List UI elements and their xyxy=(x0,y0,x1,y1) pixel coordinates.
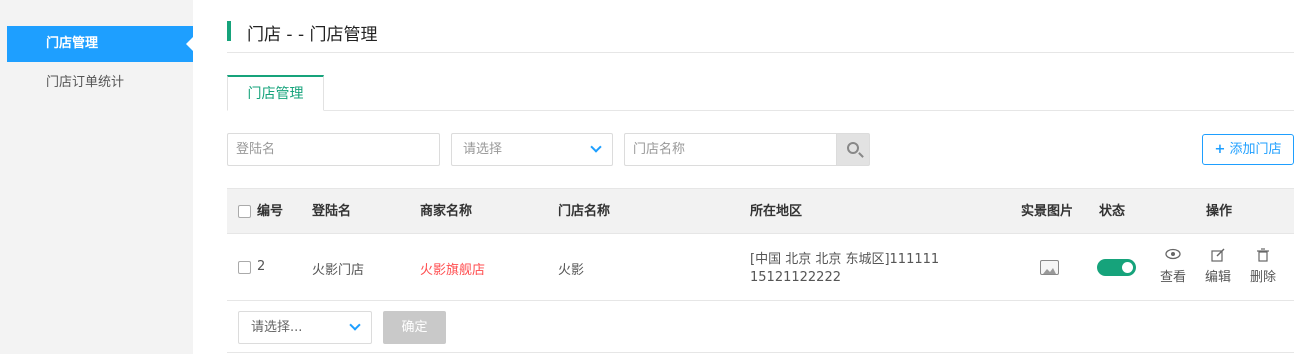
search-icon xyxy=(847,142,859,154)
image-icon[interactable] xyxy=(1040,260,1059,275)
bulk-action-placeholder: 请选择... xyxy=(251,320,303,335)
edit-button[interactable]: 编辑 xyxy=(1201,248,1235,285)
title-accent-bar xyxy=(227,21,231,41)
page-title: 门店 - - 门店管理 xyxy=(247,25,378,45)
edit-label: 编辑 xyxy=(1204,270,1231,285)
row-region-line1: [中国 北京 北京 东城区]111111 xyxy=(750,252,940,267)
table-header: 编号 登陆名 商家名称 门店名称 所在地区 实景图片 状态 操作 xyxy=(227,188,1294,234)
trash-icon xyxy=(1246,248,1280,266)
add-store-button[interactable]: + 添加门店 xyxy=(1202,134,1294,165)
sidebar: 门店管理 门店订单统计 xyxy=(0,0,194,354)
search-button[interactable] xyxy=(836,133,870,166)
sidebar-item-label: 门店订单统计 xyxy=(46,75,125,90)
row-id: 2 xyxy=(257,259,266,274)
th-merchant: 商家名称 xyxy=(420,204,473,219)
chevron-down-icon xyxy=(590,141,602,153)
sidebar-item-store-order-stats[interactable]: 门店订单统计 xyxy=(7,65,193,101)
image-icon-graphic xyxy=(1043,268,1056,274)
row-region-line2: 15121122222 xyxy=(750,270,841,285)
th-actions: 操作 xyxy=(1206,204,1233,219)
delete-label: 删除 xyxy=(1249,270,1276,285)
table-row: 2 火影门店 火影旗舰店 火影 [中国 北京 北京 东城区]111111 151… xyxy=(227,234,1294,301)
th-status: 状态 xyxy=(1099,204,1126,219)
divider xyxy=(227,52,1294,53)
status-toggle[interactable] xyxy=(1097,259,1136,276)
status-select-placeholder: 请选择 xyxy=(463,142,503,157)
th-photo: 实景图片 xyxy=(1021,204,1074,219)
main-content: 门店 - - 门店管理 门店管理 登陆名 请选择 门店名称 + 添加门店 编号 … xyxy=(193,0,1296,354)
confirm-button[interactable]: 确定 xyxy=(383,311,446,344)
chevron-down-icon xyxy=(349,319,361,331)
th-region: 所在地区 xyxy=(750,204,803,219)
row-merchant: 火影旗舰店 xyxy=(420,263,486,278)
sidebar-item-label: 门店管理 xyxy=(46,36,99,51)
th-id: 编号 xyxy=(257,204,284,219)
select-all-checkbox[interactable] xyxy=(238,205,251,218)
store-name-input[interactable]: 门店名称 xyxy=(624,133,837,166)
tab-store-management[interactable]: 门店管理 xyxy=(227,75,324,111)
login-name-input[interactable]: 登陆名 xyxy=(227,133,440,166)
edit-icon xyxy=(1201,248,1235,266)
th-store: 门店名称 xyxy=(558,204,611,219)
sidebar-item-store-management[interactable]: 门店管理 xyxy=(7,26,194,62)
plus-icon: + xyxy=(1214,142,1226,157)
row-checkbox[interactable] xyxy=(238,261,251,274)
eye-icon xyxy=(1156,248,1190,266)
th-login: 登陆名 xyxy=(312,204,352,219)
tab-bar: 门店管理 xyxy=(227,75,1294,111)
row-login: 火影门店 xyxy=(312,263,365,278)
view-button[interactable]: 查看 xyxy=(1156,248,1190,285)
toggle-knob xyxy=(1122,262,1133,273)
status-select[interactable]: 请选择 xyxy=(451,133,613,166)
bulk-action-select[interactable]: 请选择... xyxy=(238,311,372,344)
delete-button[interactable]: 删除 xyxy=(1246,248,1280,285)
view-label: 查看 xyxy=(1159,270,1186,285)
divider xyxy=(227,352,1294,353)
add-store-label: 添加门店 xyxy=(1229,142,1282,157)
row-store: 火影 xyxy=(558,263,585,278)
